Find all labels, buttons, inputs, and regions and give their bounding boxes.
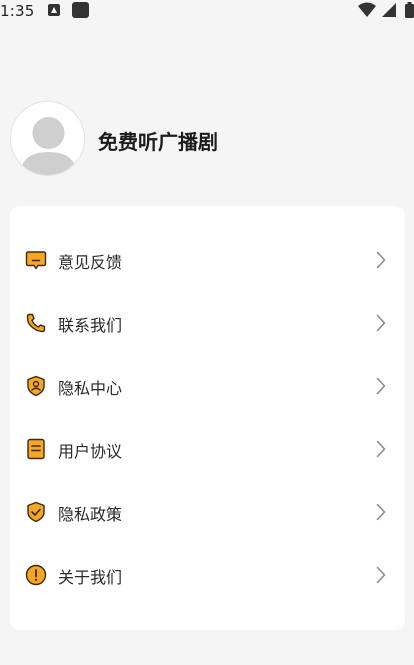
phone-icon — [26, 313, 46, 333]
menu-item-privacy-center[interactable]: 隐私中心 — [10, 361, 405, 411]
status-right-icons — [358, 2, 414, 18]
chevron-right-icon — [376, 314, 386, 332]
status-time: 1:35 — [0, 2, 35, 20]
chevron-right-icon — [376, 566, 386, 584]
shield-user-icon — [27, 375, 45, 397]
chevron-right-icon — [376, 503, 386, 521]
menu-item-about-us[interactable]: 关于我们 — [10, 550, 405, 600]
chevron-right-icon — [376, 377, 386, 395]
menu-item-label: 联系我们 — [58, 316, 123, 335]
menu-card: 意见反馈 联系我们 隐私中心 用户协议 隐私政策 关于我们 — [10, 206, 405, 630]
menu-item-contact[interactable]: 联系我们 — [10, 298, 405, 348]
menu-item-feedback[interactable]: 意见反馈 — [10, 235, 405, 285]
shield-check-icon — [27, 501, 45, 523]
wifi-icon — [358, 2, 376, 17]
menu-item-label: 用户协议 — [58, 442, 123, 461]
menu-item-privacy-policy[interactable]: 隐私政策 — [10, 487, 405, 537]
menu-item-label: 意见反馈 — [58, 253, 123, 272]
square-app-icon — [72, 2, 89, 18]
chevron-right-icon — [376, 251, 386, 269]
menu-item-label: 隐私政策 — [58, 505, 123, 524]
battery-icon — [405, 2, 414, 18]
avatar[interactable] — [10, 101, 85, 176]
document-icon — [27, 438, 45, 460]
info-circle-icon — [25, 564, 47, 586]
cell-signal-icon — [382, 3, 396, 17]
menu-item-label: 隐私中心 — [58, 379, 123, 398]
menu-item-user-agreement[interactable]: 用户协议 — [10, 424, 405, 474]
status-bar: 1:35 — [0, 0, 414, 24]
menu-item-label: 关于我们 — [58, 568, 123, 587]
feedback-chat-icon — [25, 251, 47, 270]
chevron-right-icon — [376, 440, 386, 458]
notification-a-icon — [48, 4, 60, 16]
app-name: 免费听广播剧 — [98, 130, 218, 154]
default-user-avatar-icon — [20, 117, 77, 175]
